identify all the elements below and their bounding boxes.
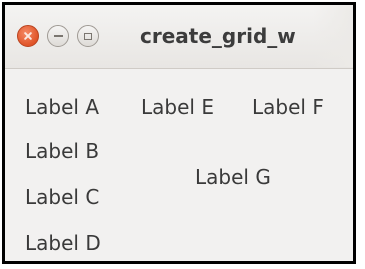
label-a: Label A — [25, 95, 99, 119]
label-e: Label E — [141, 95, 214, 119]
label-c: Label C — [25, 185, 100, 209]
label-b: Label B — [25, 139, 100, 163]
close-icon[interactable] — [17, 25, 39, 47]
app-window: create_grid_w Label A Label E Label F La… — [2, 2, 356, 264]
label-g: Label G — [195, 165, 271, 189]
minimize-icon[interactable] — [47, 25, 69, 47]
grid-content: Label A Label E Label F Label B Label G … — [5, 69, 353, 261]
label-f: Label F — [252, 95, 324, 119]
maximize-icon[interactable] — [77, 25, 99, 47]
title-fade — [313, 5, 353, 67]
label-d: Label D — [25, 231, 101, 255]
title-bar[interactable]: create_grid_w — [5, 5, 353, 69]
